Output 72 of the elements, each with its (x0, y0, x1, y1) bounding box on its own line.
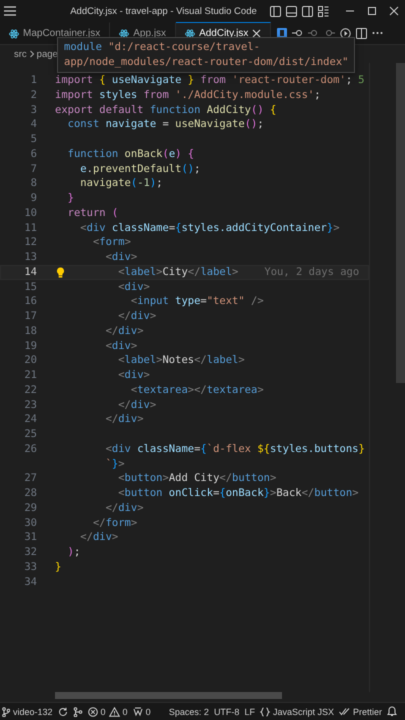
line-number: 19 (23, 338, 37, 354)
code-line: navigate(-1); (80, 176, 163, 191)
code-line: <label>City</label> (118, 264, 238, 280)
line-number: 11 (23, 220, 37, 236)
line-number: 14 (23, 264, 37, 280)
code-line: <label>Notes</label> (118, 353, 245, 368)
blame-annotation: You, 2 days ago (264, 264, 360, 280)
tooltip-text: app/node_modules/react-router-dom/dist/index" (64, 55, 348, 70)
line-number: 34 (23, 574, 37, 590)
line-number: 2 (30, 88, 37, 102)
code-line: <div className={`d-flex ${styles.buttons} (106, 442, 365, 456)
line-number: 5 (30, 132, 37, 147)
window-title: AddCity.jsx - travel-app - Visual Studio Code (69, 6, 258, 16)
line-number: 18 (23, 324, 37, 338)
code-line: </div> (80, 530, 118, 545)
line-number: 4 (30, 117, 37, 132)
code-line: </div> (106, 324, 144, 338)
code-line: import styles from './AddCity.module.css'; (55, 88, 321, 102)
line-number: 23 (23, 398, 37, 412)
code-line: </div> (118, 309, 156, 324)
line-number: 3 (30, 102, 37, 118)
line-number: 32 (23, 545, 37, 560)
code-line: <button>Add City</button> (118, 471, 276, 486)
code-line: <textarea></textarea> (130, 382, 264, 398)
code-line: `}> (106, 456, 125, 472)
code-line: return ( (68, 206, 118, 220)
line-number: 13 (23, 250, 37, 265)
code-line: export default function AddCity() { (55, 102, 276, 118)
line-number: 27 (23, 471, 37, 486)
code-line: e.preventDefault(); (80, 162, 200, 176)
line-number: 24 (23, 412, 37, 427)
code-line: <div> (106, 338, 138, 354)
line-number: 30 (23, 516, 37, 530)
code-line: </div> (118, 398, 156, 412)
line-number: 16 (23, 294, 37, 309)
line-number: 33 (23, 560, 37, 574)
line-number: 7 (30, 162, 37, 176)
line-number: 25 (23, 427, 37, 442)
code-line: </div> (106, 500, 144, 516)
line-number: 1 (30, 73, 37, 88)
code-line: } (68, 191, 74, 206)
code-line: } (55, 560, 62, 574)
code-line: import { useNavigate } from 'react-router-dom'; (55, 73, 352, 88)
line-number: 29 (23, 500, 37, 516)
line-number: 21 (23, 368, 37, 383)
code-line: <button onClick={onBack}>Back</button> (118, 486, 359, 501)
line-number: 20 (23, 353, 37, 368)
line-number: 17 (23, 309, 37, 324)
code-line: ); (68, 545, 80, 560)
line-number: 12 (23, 235, 37, 250)
code-line: <div> (118, 280, 150, 294)
line-number: 26 (23, 442, 37, 456)
code-line: <div> (118, 368, 150, 383)
line-number: 28 (23, 486, 37, 501)
code-line: function onBack(e) { (68, 146, 194, 162)
code-line: <div> (106, 250, 138, 265)
line-number: 6 (30, 146, 37, 162)
error-count: 0 (100, 706, 106, 716)
code-line: <input type="text" /> (130, 294, 264, 309)
line-number: 8 (30, 176, 37, 191)
line-number: 15 (23, 280, 37, 294)
warning-count: 0 (122, 706, 128, 716)
code-line: </div> (106, 412, 144, 427)
blame-annotation: 5 (358, 73, 364, 88)
code-line: </form> (92, 516, 138, 530)
code-line: const navigate = useNavigate(); (68, 117, 264, 132)
code-line: <form> (92, 235, 131, 250)
line-number: 22 (23, 382, 37, 398)
line-number: 31 (23, 530, 37, 545)
line-number: 9 (30, 191, 37, 206)
line-number: 10 (23, 206, 37, 220)
code-line: <div className={styles.addCityContainer}> (80, 220, 340, 236)
